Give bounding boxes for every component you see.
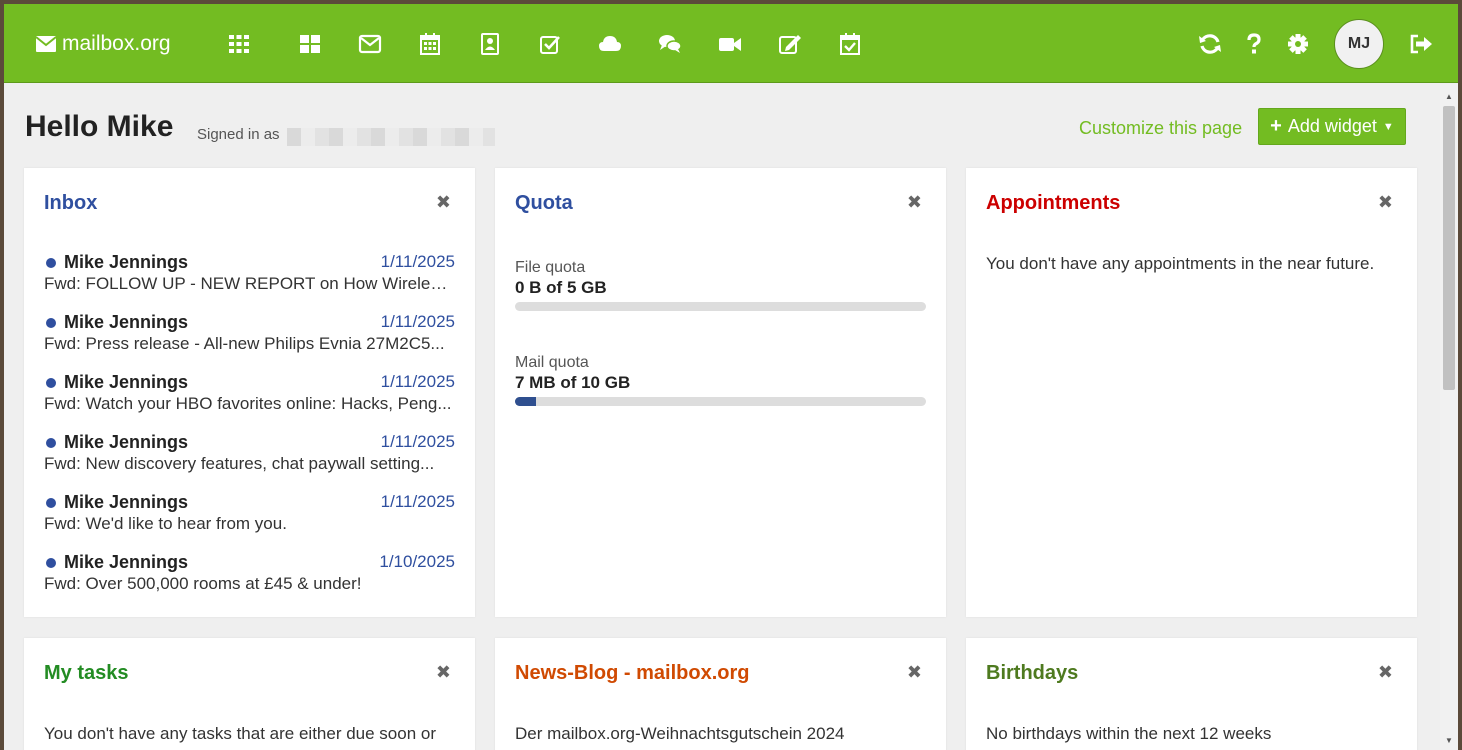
unread-dot-icon [46,317,56,328]
scroll-thumb[interactable] [1443,106,1455,390]
caret-down-icon: ▼ [1382,120,1394,133]
apps-grid-icon[interactable] [224,29,254,59]
chat-icon[interactable] [655,29,685,59]
mail-sender: Mike Jennings [64,372,189,392]
quota-widget: Quota ✖ File quota 0 B of 5 GB Mail quot… [495,168,946,617]
birthdays-widget: Birthdays ✖ No birthdays within the next… [966,638,1417,750]
appointments-empty-text: You don't have any appointments in the n… [986,254,1375,273]
mail-subject: Fwd: FOLLOW UP - NEW REPORT on How Wirel… [44,274,454,293]
mail-list-item[interactable]: Mike Jennings 1/11/2025 Fwd: New discovery… [44,432,455,474]
customize-page-link[interactable]: Customize this page [1079,118,1242,139]
signed-in-label: Signed in as [197,126,280,143]
close-icon[interactable]: ✖ [907,662,922,683]
mail-subject: Fwd: Watch your HBO favorites online: Ha… [44,394,452,413]
user-avatar[interactable]: MJ [1334,19,1384,69]
notes-icon[interactable] [775,29,805,59]
unread-dot-icon [46,557,56,568]
birthdays-empty-text: No birthdays within the next 12 weeks [986,724,1272,743]
mail-date: 1/11/2025 [380,492,455,511]
mail-list-item[interactable]: Mike Jennings 1/11/2025 Fwd: Press release… [44,312,455,354]
mail-sender: Mike Jennings [64,252,189,272]
mail-sender: Mike Jennings [64,312,189,332]
settings-icon[interactable] [1283,29,1313,59]
unread-dot-icon [46,497,56,508]
file-quota-bar [515,302,926,311]
mail-list-item[interactable]: Mike Jennings 1/11/2025 Fwd: Watch your HB… [44,372,455,414]
mail-quota-fill [515,397,536,406]
add-widget-button[interactable]: + Add widget ▼ [1258,108,1406,145]
file-quota-label: File quota [515,259,586,276]
mail-subject: Fwd: We'd like to hear from you. [44,514,287,533]
mail-date: 1/11/2025 [380,312,455,331]
mail-date: 1/10/2025 [379,552,455,571]
close-icon[interactable]: ✖ [1378,662,1393,683]
tasks-title[interactable]: My tasks [44,662,129,685]
unread-dot-icon [46,377,56,388]
mail-quota-label: Mail quota [515,354,589,371]
mail-subject: Fwd: Press release - All-new Philips Evn… [44,334,445,353]
unread-dot-icon [46,257,56,268]
mailbox-logo[interactable]: mailbox.org [36,30,171,58]
tasks-icon[interactable] [535,29,565,59]
news-title[interactable]: News-Blog - mailbox.org [515,662,749,685]
mail-date: 1/11/2025 [380,252,455,271]
mail-icon[interactable] [355,29,385,59]
close-icon[interactable]: ✖ [907,192,922,213]
browser-window: mailbox.org MJ Hello Mike Signed in as C… [4,4,1458,750]
close-icon[interactable]: ✖ [436,662,451,683]
news-item[interactable]: Der mailbox.org-Weihnachtsgutschein 2024 [515,724,844,744]
unread-dot-icon [46,437,56,448]
drive-icon[interactable] [595,29,625,59]
video-icon[interactable] [715,29,745,59]
redacted-email [287,128,495,146]
close-icon[interactable]: ✖ [1378,192,1393,213]
mail-list-item[interactable]: Mike Jennings 1/10/2025 Fwd: Over 500,000 … [44,552,455,594]
file-quota-value: 0 B of 5 GB [515,278,607,297]
mail-sender: Mike Jennings [64,552,189,572]
birthdays-title[interactable]: Birthdays [986,662,1078,685]
scheduling-icon[interactable] [835,29,865,59]
contacts-icon[interactable] [475,29,505,59]
inbox-widget: Inbox ✖ Mike Jennings 1/11/2025 Fwd: FOLLO… [24,168,475,617]
scroll-down-arrow-icon[interactable]: ▼ [1440,732,1458,748]
appointments-widget: Appointments ✖ You don't have any appoin… [966,168,1417,617]
mail-subject: Fwd: New discovery features, chat paywal… [44,454,435,473]
scroll-up-arrow-icon[interactable]: ▲ [1440,88,1458,104]
vertical-scrollbar[interactable]: ▲ ▼ [1440,84,1458,750]
mail-subject: Fwd: Over 500,000 rooms at £45 & under! [44,574,362,593]
dashboard-icon[interactable] [295,29,325,59]
news-widget: News-Blog - mailbox.org ✖ Der mailbox.or… [495,638,946,750]
greeting-heading: Hello Mike [25,110,174,143]
quota-title: Quota [515,192,573,214]
plus-icon: + [1270,115,1282,137]
logout-icon[interactable] [1406,29,1436,59]
envelope-logo-icon [36,36,56,52]
tasks-empty-text: You don't have any tasks that are either… [44,724,436,743]
mail-quota-bar [515,397,926,406]
refresh-icon[interactable] [1195,29,1225,59]
calendar-icon[interactable] [415,29,445,59]
mail-sender: Mike Jennings [64,492,189,512]
mail-list-item[interactable]: Mike Jennings 1/11/2025 Fwd: We'd like to … [44,492,455,534]
add-widget-label: Add widget [1287,116,1377,136]
brand-name: mailbox.org [62,32,171,55]
appointments-title[interactable]: Appointments [986,192,1120,215]
inbox-title[interactable]: Inbox [44,192,97,215]
mail-date: 1/11/2025 [380,432,455,451]
mail-quota-value: 7 MB of 10 GB [515,373,631,392]
help-icon[interactable] [1239,29,1269,59]
mail-sender: Mike Jennings [64,432,189,452]
top-navigation-bar: mailbox.org MJ [4,4,1458,83]
portal-content: Hello Mike Signed in as Customize this p… [4,84,1440,750]
close-icon[interactable]: ✖ [436,192,451,213]
mail-date: 1/11/2025 [380,372,455,391]
tasks-widget: My tasks ✖ You don't have any tasks that… [24,638,475,750]
mail-list-item[interactable]: Mike Jennings 1/11/2025 Fwd: FOLLOW UP - N… [44,252,455,294]
